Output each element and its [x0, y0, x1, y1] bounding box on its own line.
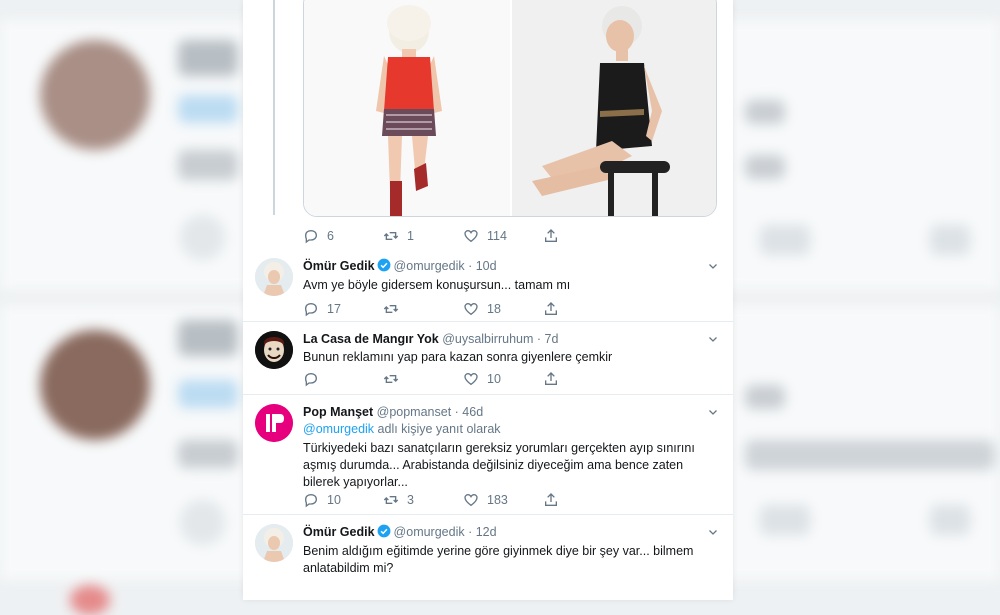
- timestamp[interactable]: 7d: [545, 332, 559, 346]
- handle[interactable]: @omurgedik: [394, 259, 465, 273]
- retweet-button[interactable]: [383, 371, 463, 387]
- share-button[interactable]: [543, 371, 623, 387]
- like-icon: [464, 493, 478, 507]
- tweet-text: Bunun reklamını yap para kazan sonra giy…: [303, 350, 613, 364]
- handle[interactable]: @omurgedik: [394, 525, 465, 539]
- display-name[interactable]: Pop Manşet: [303, 405, 373, 419]
- divider: [243, 514, 733, 515]
- tweet-thread-column: 6 1 114 Ömür Gedik @omurgedik · 10d Avm y…: [243, 0, 733, 600]
- chevron-down-icon[interactable]: [707, 333, 719, 345]
- display-name[interactable]: Ömür Gedik: [303, 525, 375, 539]
- retweet-button[interactable]: 3: [383, 492, 463, 508]
- reply-count: 10: [327, 493, 341, 507]
- display-name[interactable]: La Casa de Mangır Yok: [303, 332, 439, 346]
- retweet-count: 1: [407, 229, 414, 243]
- chevron-down-icon[interactable]: [707, 526, 719, 538]
- reply-button[interactable]: 6: [303, 228, 383, 244]
- like-button[interactable]: 18: [463, 301, 543, 317]
- reply-icon: [304, 229, 318, 244]
- like-count: 18: [487, 302, 501, 316]
- reply-icon: [304, 372, 318, 387]
- reply-button[interactable]: 17: [303, 301, 383, 317]
- retweet-count: 3: [407, 493, 414, 507]
- reply-icon: [304, 493, 318, 508]
- tweet-text: Türkiyedeki bazı sanatçıların gereksiz y…: [303, 441, 695, 489]
- tweet-photo-red-dress[interactable]: [304, 0, 510, 216]
- reply-button[interactable]: 10: [303, 492, 383, 508]
- avatar[interactable]: [255, 524, 293, 562]
- reply-icon: [304, 302, 318, 317]
- media-tweet-actions: 6 1 114: [303, 226, 623, 246]
- tweet-text: Benim aldığım eğitimde yerine göre giyin…: [303, 544, 694, 575]
- like-count: 183: [487, 493, 508, 507]
- divider: [243, 394, 733, 395]
- like-count: 114: [487, 229, 507, 243]
- share-icon: [545, 493, 557, 506]
- handle[interactable]: @popmanset: [377, 405, 452, 419]
- chevron-down-icon[interactable]: [707, 260, 719, 272]
- share-button[interactable]: [543, 301, 623, 317]
- share-icon: [545, 229, 557, 242]
- thread-connector-line: [273, 0, 275, 215]
- retweet-icon: [383, 305, 399, 313]
- tweet-photo-black-dress[interactable]: [512, 0, 716, 216]
- display-name[interactable]: Ömür Gedik: [303, 259, 375, 273]
- timestamp[interactable]: 10d: [476, 259, 497, 273]
- verified-badge-icon: [377, 258, 390, 272]
- like-icon: [464, 229, 478, 243]
- tweet-actions: 17 18: [303, 299, 623, 319]
- like-button[interactable]: 114: [463, 228, 543, 244]
- share-button[interactable]: [543, 228, 623, 244]
- tweet-media-grid[interactable]: [303, 0, 717, 217]
- replying-to-handle[interactable]: @omurgedik: [303, 422, 374, 436]
- replying-to: @omurgedik adlı kişiye yanıt olarak: [303, 422, 501, 436]
- like-icon: [464, 372, 478, 386]
- avatar[interactable]: [255, 404, 293, 442]
- tweet-header: La Casa de Mangır Yok @uysalbirruhum · 7…: [303, 332, 559, 346]
- retweet-icon: [383, 496, 399, 504]
- timestamp[interactable]: 12d: [476, 525, 497, 539]
- share-icon: [545, 302, 557, 315]
- handle[interactable]: @uysalbirruhum: [442, 332, 533, 346]
- like-button[interactable]: 10: [463, 371, 543, 387]
- tweet-header: Ömür Gedik @omurgedik · 12d: [303, 524, 497, 539]
- tweet-actions: 10 3 183: [303, 490, 623, 510]
- share-icon: [545, 372, 557, 385]
- retweet-icon: [383, 375, 399, 383]
- like-count: 10: [487, 372, 501, 386]
- chevron-down-icon[interactable]: [707, 406, 719, 418]
- timestamp[interactable]: 46d: [462, 405, 483, 419]
- tweet-header: Ömür Gedik @omurgedik · 10d: [303, 258, 497, 273]
- avatar[interactable]: [255, 258, 293, 296]
- retweet-icon: [383, 232, 399, 240]
- tweet-text: Avm ye böyle gidersem konuşursun... tama…: [303, 278, 571, 292]
- reply-button[interactable]: [303, 371, 383, 387]
- share-button[interactable]: [543, 492, 623, 508]
- tweet-header: Pop Manşet @popmanset · 46d: [303, 405, 484, 419]
- retweet-button[interactable]: 1: [383, 228, 463, 244]
- replying-to-label: adlı kişiye yanıt olarak: [377, 422, 501, 436]
- retweet-button[interactable]: [383, 301, 463, 317]
- tweet-actions: 10: [303, 369, 623, 389]
- reply-count: 17: [327, 302, 341, 316]
- like-button[interactable]: 183: [463, 492, 543, 508]
- verified-badge-icon: [377, 524, 390, 538]
- divider: [243, 321, 733, 322]
- like-icon: [464, 302, 478, 316]
- reply-count: 6: [327, 229, 334, 243]
- avatar[interactable]: [255, 331, 293, 369]
